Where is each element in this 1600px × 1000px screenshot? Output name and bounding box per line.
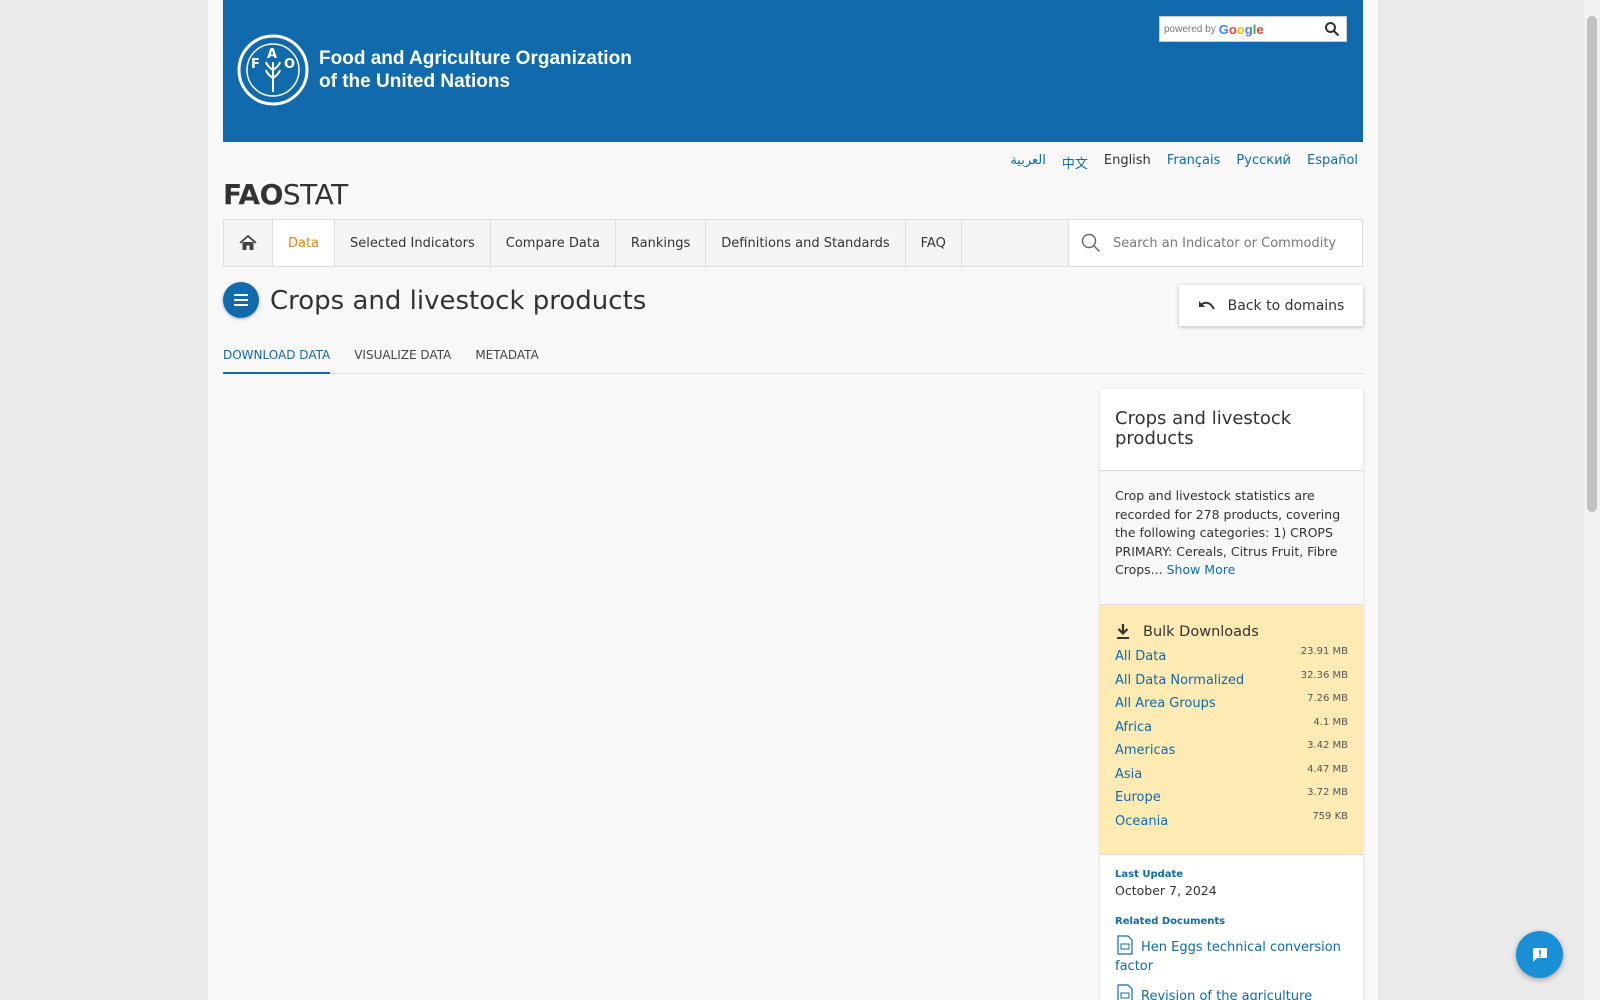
- svg-text:F: F: [251, 57, 260, 72]
- lang-french[interactable]: Français: [1167, 153, 1221, 172]
- lang-russian[interactable]: Русский: [1236, 153, 1291, 172]
- lang-arabic[interactable]: العربية: [1010, 153, 1046, 172]
- fao-emblem-icon: F A O: [237, 34, 309, 106]
- bulk-link-all-data-normalized[interactable]: All Data Normalized: [1115, 670, 1244, 688]
- scrollbar-thumb[interactable]: [1587, 16, 1597, 512]
- related-document-title: Revision of the agriculture: [1141, 989, 1313, 1000]
- main-navbar: Data Selected Indicators Compare Data Ra…: [223, 219, 1363, 267]
- undo-icon: [1198, 300, 1215, 310]
- bulk-link-asia[interactable]: Asia: [1115, 764, 1142, 782]
- org-name: Food and Agriculture Organization of the…: [319, 47, 632, 93]
- bulk-row: All Data 23.91 MB: [1115, 646, 1348, 670]
- domain-metadata: Last Update October 7, 2024 Related Docu…: [1100, 855, 1363, 1000]
- bulk-downloads: Bulk Downloads All Data 23.91 MB All Data…: [1100, 605, 1363, 855]
- tab-metadata[interactable]: METADATA: [475, 348, 538, 374]
- tab-download-data[interactable]: DOWNLOAD DATA: [223, 348, 331, 374]
- domain-description: Crop and livestock statistics are record…: [1100, 471, 1363, 605]
- content-tabs: DOWNLOAD DATA VISUALIZE DATA METADATA: [223, 348, 1363, 374]
- nav-faq[interactable]: FAQ: [906, 220, 962, 266]
- svg-text:A: A: [267, 47, 277, 62]
- nav-rankings[interactable]: Rankings: [616, 220, 707, 266]
- back-to-domains-button[interactable]: Back to domains: [1179, 285, 1363, 326]
- pdf-document-icon: [1117, 935, 1133, 955]
- domain-info-panel: Crops and livestock products Crop and li…: [1100, 389, 1363, 1000]
- nav-data[interactable]: Data: [273, 220, 336, 266]
- nav-home[interactable]: [224, 220, 273, 266]
- lang-english[interactable]: English: [1104, 153, 1151, 172]
- related-document-title: Hen Eggs technical conversion factor: [1115, 940, 1341, 974]
- bulk-size: 23.91 MB: [1300, 646, 1348, 657]
- last-update-value: October 7, 2024: [1115, 883, 1217, 898]
- home-icon: [239, 235, 257, 250]
- bulk-link-oceania[interactable]: Oceania: [1115, 811, 1168, 829]
- download-icon: [1117, 624, 1129, 639]
- domain-info-title: Crops and livestock products: [1100, 389, 1363, 471]
- header-banner: F A O Food and Agriculture Organization …: [223, 0, 1363, 142]
- bulk-size: 32.36 MB: [1300, 669, 1348, 681]
- lang-chinese[interactable]: 中文: [1062, 153, 1088, 172]
- language-switcher: العربية 中文 English Français Русский Espa…: [994, 153, 1358, 172]
- svg-text:O: O: [284, 57, 295, 72]
- fao-logo[interactable]: F A O Food and Agriculture Organization …: [237, 34, 632, 106]
- bulk-size: 3.72 MB: [1307, 787, 1348, 798]
- feedback-icon: [1532, 947, 1547, 962]
- back-label: Back to domains: [1227, 297, 1345, 314]
- nav-definitions[interactable]: Definitions and Standards: [706, 220, 906, 266]
- faostat-logo[interactable]: FAOSTAT: [223, 178, 348, 211]
- site-search-box[interactable]: powered by Google: [1159, 16, 1347, 42]
- pdf-document-icon: [1117, 984, 1133, 1000]
- hamburger-icon: [234, 294, 248, 306]
- bulk-size: 7.26 MB: [1307, 693, 1348, 704]
- bulk-link-americas[interactable]: Americas: [1115, 740, 1175, 758]
- bulk-row: All Data Normalized 32.36 MB: [1115, 670, 1348, 694]
- bulk-row: Europe 3.72 MB: [1115, 787, 1348, 811]
- org-name-line2: of the United Nations: [319, 71, 511, 92]
- bulk-row: Oceania 759 KB: [1115, 811, 1348, 835]
- search-powered-label: powered by: [1164, 23, 1216, 35]
- bulk-size: 3.42 MB: [1307, 740, 1348, 751]
- bulk-downloads-title: Bulk Downloads: [1143, 623, 1259, 640]
- bulk-row: Africa 4.1 MB: [1115, 717, 1348, 741]
- bulk-row: Americas 3.42 MB: [1115, 740, 1348, 764]
- indicator-search: [1068, 220, 1362, 266]
- tab-visualize-data[interactable]: VISUALIZE DATA: [354, 348, 451, 374]
- nav-selected-indicators[interactable]: Selected Indicators: [335, 220, 491, 266]
- bulk-link-africa[interactable]: Africa: [1115, 717, 1152, 735]
- bulk-size: 4.47 MB: [1307, 763, 1348, 775]
- org-name-line1: Food and Agriculture Organization: [319, 48, 632, 69]
- domain-menu-button[interactable]: [223, 282, 259, 318]
- page-title: Crops and livestock products: [270, 286, 647, 316]
- nav-compare-data[interactable]: Compare Data: [491, 220, 616, 266]
- bulk-row: Asia 4.47 MB: [1115, 764, 1348, 788]
- page-container: F A O Food and Agriculture Organization …: [208, 0, 1378, 1000]
- brand-bold: FAO: [223, 178, 283, 211]
- related-document-link[interactable]: Hen Eggs technical conversion factor: [1115, 935, 1348, 976]
- bulk-row: All Area Groups 7.26 MB: [1115, 693, 1348, 717]
- indicator-search-input[interactable]: [1113, 235, 1353, 251]
- bulk-size: 4.1 MB: [1313, 716, 1348, 728]
- search-brand-label: Google: [1218, 21, 1264, 37]
- page-scrollbar[interactable]: [1584, 0, 1600, 1000]
- related-document-link[interactable]: Revision of the agriculture: [1115, 984, 1348, 1000]
- brand-light: STAT: [282, 178, 348, 211]
- search-icon: [1081, 233, 1100, 252]
- search-icon[interactable]: [1324, 21, 1340, 37]
- feedback-button[interactable]: [1516, 931, 1563, 978]
- bulk-link-all-area-groups[interactable]: All Area Groups: [1115, 693, 1216, 711]
- related-documents-label: Related Documents: [1115, 916, 1226, 927]
- bulk-size: 759 KB: [1312, 810, 1348, 822]
- last-update-label: Last Update: [1115, 869, 1184, 880]
- lang-spanish[interactable]: Español: [1307, 153, 1358, 172]
- bulk-link-all-data[interactable]: All Data: [1115, 646, 1166, 664]
- bulk-link-europe[interactable]: Europe: [1115, 787, 1161, 805]
- bulk-downloads-header: Bulk Downloads: [1115, 623, 1348, 640]
- show-more-link[interactable]: Show More: [1167, 562, 1236, 577]
